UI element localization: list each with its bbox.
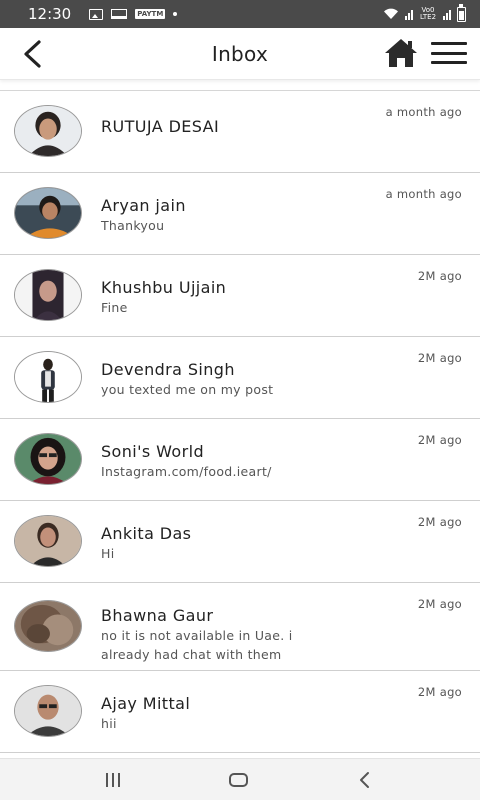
contact-name: Soni's World (101, 442, 205, 461)
hamburger-menu-icon-line (431, 61, 467, 64)
app-header: Inbox (0, 28, 480, 80)
status-notification-icons: PAYTM (89, 8, 178, 20)
conversation-row[interactable]: RUTUJA DESAI a month ago (0, 91, 480, 173)
recents-icon-bar (106, 773, 108, 787)
avatar (14, 187, 82, 239)
conversation-row[interactable]: Khushbu Ujjain Fine 2M ago (0, 255, 480, 337)
avatar (14, 515, 82, 567)
home-outline-icon (228, 773, 248, 787)
volte-lte2-label: Vo0 LTE2 (419, 6, 437, 21)
message-preview: Thankyou (101, 218, 165, 233)
more-notifications-dot-icon (173, 12, 178, 16)
home-icon (385, 39, 417, 67)
gallery-notification-icon (89, 8, 104, 20)
avatar (14, 685, 82, 737)
avatar (14, 105, 82, 157)
conversation-row[interactable]: Soni's World Instagram.com/food.ieart/ 2… (0, 419, 480, 501)
avatar (14, 269, 82, 321)
message-time: 2M ago (417, 597, 462, 611)
recents-button[interactable] (93, 767, 133, 793)
message-time: a month ago (385, 105, 462, 119)
message-preview: Fine (101, 300, 128, 315)
status-bar: 12:30 PAYTM Vo0 LTE2 (0, 0, 480, 28)
contact-name: Ankita Das (101, 524, 192, 543)
contact-name: RUTUJA DESAI (101, 117, 220, 136)
home-button[interactable] (384, 38, 418, 68)
avatar (14, 600, 82, 652)
system-home-button[interactable] (218, 767, 258, 793)
conversation-row[interactable]: Ajay Mittal hii 2M ago (0, 671, 480, 753)
inbox-list[interactable]: RUTUJA DESAI a month ago Aryan jain Than… (0, 90, 480, 758)
contact-name: Khushbu Ujjain (101, 278, 227, 297)
laptop-notification-icon (111, 9, 128, 19)
battery-icon (457, 3, 466, 22)
app-notification-icon: PAYTM (135, 9, 166, 19)
message-preview: hii (101, 716, 117, 731)
message-time: 2M ago (417, 685, 462, 699)
status-time: 12:30 (28, 5, 72, 23)
status-system-icons: Vo0 LTE2 (383, 3, 466, 22)
avatar (14, 433, 82, 485)
message-time: 2M ago (417, 351, 462, 365)
contact-name: Devendra Singh (101, 360, 235, 379)
message-time: 2M ago (417, 515, 462, 529)
message-time: 2M ago (417, 269, 462, 283)
contact-name: Ajay Mittal (101, 694, 191, 713)
back-arrow-icon (360, 772, 369, 788)
avatar (14, 351, 82, 403)
signal-2-icon (443, 9, 451, 20)
message-time: 2M ago (417, 433, 462, 447)
recents-icon-bar (112, 773, 114, 787)
chevron-left-icon (24, 40, 41, 68)
conversation-row[interactable]: Devendra Singh you texted me on my post … (0, 337, 480, 419)
conversation-row[interactable]: Aryan jain Thankyou a month ago (0, 173, 480, 255)
conversation-row[interactable]: Bhawna Gaur no it is not available in Ua… (0, 583, 480, 671)
signal-1-icon (405, 9, 413, 20)
contact-name: Bhawna Gaur (101, 606, 214, 625)
recents-icon-bar (118, 773, 120, 787)
system-navigation-bar (0, 758, 480, 800)
message-preview: Hi (101, 546, 115, 561)
contact-name: Aryan jain (101, 196, 186, 215)
hamburger-menu-icon-line (431, 42, 467, 45)
message-time: a month ago (385, 187, 462, 201)
hamburger-menu-icon-line (431, 51, 467, 55)
message-preview: you texted me on my post (101, 382, 274, 397)
message-preview: Instagram.com/food.ieart/ (101, 464, 272, 479)
system-back-button[interactable] (344, 767, 384, 793)
back-button[interactable] (18, 38, 46, 70)
message-preview: no it is not available in Uae. i already… (101, 628, 293, 662)
menu-button[interactable] (431, 42, 467, 64)
conversation-row[interactable]: Ankita Das Hi 2M ago (0, 501, 480, 583)
wifi-icon (384, 8, 398, 19)
